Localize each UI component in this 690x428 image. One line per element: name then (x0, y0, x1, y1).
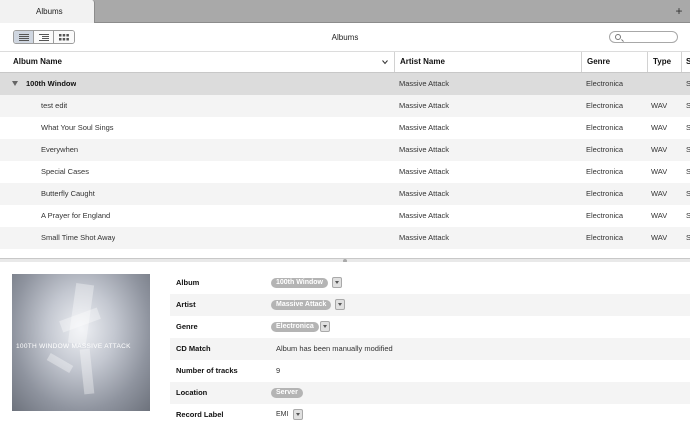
group-genre: Electronica (586, 79, 624, 88)
tab-albums[interactable]: Albums (0, 0, 95, 23)
table-row[interactable]: What Your Soul Sings Massive Attack Electr… (0, 117, 690, 139)
album-name-cell: Small Time Shot Away (41, 233, 116, 242)
column-header-album-name[interactable]: Album Name (0, 52, 394, 72)
table-group-row[interactable]: 100th Window Massive Attack Electronica … (0, 73, 690, 95)
artist-name-cell: Massive Attack (399, 123, 450, 132)
detail-row-album: Album 100th Window (170, 272, 690, 294)
chevron-down-icon[interactable] (382, 59, 388, 65)
detail-label-record-label: Record Label (176, 410, 224, 419)
artist-dropdown-icon[interactable] (335, 299, 345, 310)
tab-bar: Albums + (0, 0, 690, 23)
album-cover: 100TH WINDOW MASSIVE ATTACK (12, 274, 150, 411)
album-details: 100TH WINDOW MASSIVE ATTACK Album 100th … (0, 262, 690, 428)
album-name-cell: Everywhen (41, 145, 79, 154)
type-cell: WAV (651, 233, 668, 242)
column-header-artist-name[interactable]: Artist Name (394, 52, 581, 72)
album-dropdown-icon[interactable] (332, 277, 342, 288)
extra-cell: S (686, 123, 690, 132)
extra-cell: S (686, 211, 690, 220)
genre-cell: Electronica (586, 101, 624, 110)
table-header: Album Name Artist Name Genre Type S (0, 52, 690, 73)
extra-cell: S (686, 167, 690, 176)
artist-name-cell: Massive Attack (399, 145, 450, 154)
album-tag[interactable]: 100th Window (271, 278, 328, 288)
album-cover-text: 100TH WINDOW MASSIVE ATTACK (16, 343, 131, 350)
disclosure-triangle-icon[interactable] (12, 81, 18, 86)
table-row[interactable]: Butterfly Caught Massive Attack Electronic… (0, 183, 690, 205)
extra-cell: S (686, 233, 690, 242)
group-artist-name: Massive Attack (399, 79, 450, 88)
genre-dropdown-icon[interactable] (320, 321, 330, 332)
album-name-cell: What Your Soul Sings (41, 123, 114, 132)
plus-icon[interactable]: + (672, 4, 686, 18)
genre-cell: Electronica (586, 167, 624, 176)
artist-name-cell: Massive Attack (399, 101, 450, 110)
detail-label-artist: Artist (176, 300, 196, 309)
type-cell: WAV (651, 101, 668, 110)
detail-row-location: Location Server (170, 382, 690, 404)
record-label-dropdown-icon[interactable] (293, 409, 303, 420)
type-cell: WAV (651, 145, 668, 154)
album-name-cell: Butterfly Caught (41, 189, 95, 198)
extra-cell: S (686, 189, 690, 198)
detail-row-cd-match: CD Match Album has been manually modifie… (170, 338, 690, 360)
artist-name-cell: Massive Attack (399, 211, 450, 220)
artist-tag[interactable]: Massive Attack (271, 300, 332, 310)
genre-tag[interactable]: Electronica (271, 322, 319, 332)
toolbar-title: Albums (331, 33, 359, 42)
artist-name-cell: Massive Attack (399, 189, 450, 198)
album-name-cell: A Prayer for England (41, 211, 111, 220)
detail-row-tracks: Number of tracks 9 (170, 360, 690, 382)
table-row[interactable]: Small Time Shot Away Massive Attack Electr… (0, 227, 690, 249)
table-row[interactable]: Special Cases Massive Attack Electronica WA… (0, 161, 690, 183)
extra-cell: S (686, 145, 690, 154)
search-input[interactable] (609, 31, 678, 43)
type-cell: WAV (651, 189, 668, 198)
table-row[interactable]: A Prayer for England Massive Attack Electr… (0, 205, 690, 227)
detail-row-genre: Genre Electronica (170, 316, 690, 338)
search-icon (615, 34, 621, 40)
location-tag[interactable]: Server (271, 388, 303, 398)
tab-label: Albums (36, 7, 63, 16)
detail-label-cd-match: CD Match (176, 344, 211, 353)
genre-cell: Electronica (586, 145, 624, 154)
detail-label-location: Location (176, 388, 208, 397)
detail-label-tracks: Number of tracks (176, 366, 238, 375)
column-header-type[interactable]: Type (647, 52, 681, 72)
column-header-extra[interactable]: S (681, 52, 690, 72)
artist-name-cell: Massive Attack (399, 167, 450, 176)
detail-row-artist: Artist Massive Attack (170, 294, 690, 316)
detail-label-genre: Genre (176, 322, 198, 331)
toolbar: Albums (0, 23, 690, 52)
group-extra: S (686, 79, 690, 88)
type-cell: WAV (651, 167, 668, 176)
genre-cell: Electronica (586, 189, 624, 198)
table-row[interactable]: test edit Massive Attack Electronica WAV S (0, 95, 690, 117)
type-cell: WAV (651, 123, 668, 132)
tracks-value: 9 (276, 366, 281, 375)
table-row[interactable]: Everywhen Massive Attack Electronica WAV S (0, 139, 690, 161)
detail-label-album: Album (176, 278, 200, 287)
detail-row-record-label: Record Label EMI (170, 404, 690, 426)
extra-cell: S (686, 101, 690, 110)
genre-cell: Electronica (586, 211, 624, 220)
record-label-value[interactable]: EMI (271, 410, 293, 420)
album-table: 100th Window Massive Attack Electronica … (0, 73, 690, 258)
column-header-genre[interactable]: Genre (581, 52, 647, 72)
album-name-cell: Special Cases (41, 167, 89, 176)
genre-cell: Electronica (586, 123, 624, 132)
album-name-cell: test edit (41, 101, 68, 110)
genre-cell: Electronica (586, 233, 624, 242)
type-cell: WAV (651, 211, 668, 220)
group-album-name: 100th Window (26, 79, 77, 88)
artist-name-cell: Massive Attack (399, 233, 450, 242)
cd-match-value: Album has been manually modified (276, 344, 393, 353)
